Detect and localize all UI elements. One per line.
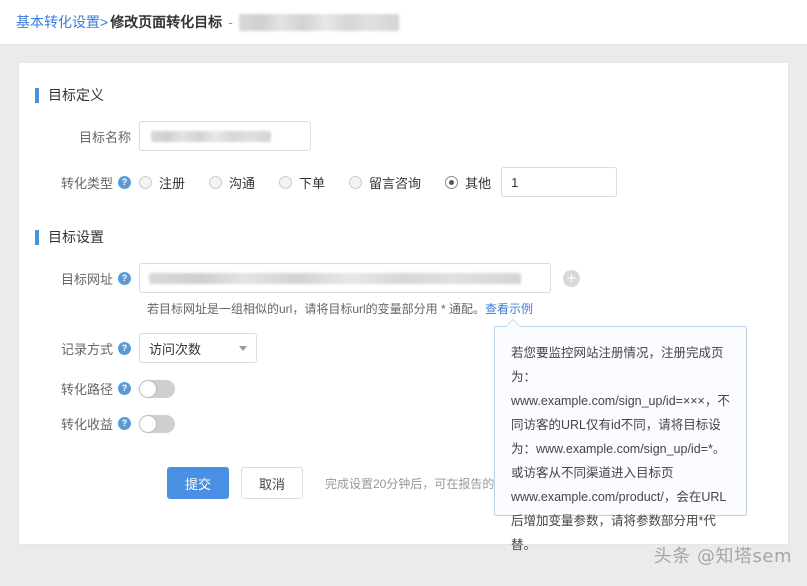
radio-label-register: 注册 <box>159 175 186 191</box>
submit-button[interactable]: 提交 <box>167 467 229 499</box>
label-goal-name: 目标名称 <box>19 127 139 146</box>
view-example-link[interactable]: 查看示例 <box>485 302 533 316</box>
section-accent-bar <box>35 229 39 245</box>
label-record-method-text: 记录方式 <box>60 341 113 357</box>
breadcrumb-current: 修改页面转化目标 <box>110 14 223 30</box>
conversion-revenue-toggle[interactable] <box>139 414 175 433</box>
watermark: 头条 @知塔sem <box>653 546 792 567</box>
redacted-account-name <box>238 13 399 31</box>
redacted-target-url-value <box>149 272 521 284</box>
add-url-button[interactable]: + <box>563 269 580 287</box>
radio-dot-icon <box>279 175 293 189</box>
radio-label-order: 下单 <box>299 175 326 191</box>
label-conversion-type-text: 转化类型 <box>60 175 113 191</box>
label-conversion-revenue-text: 转化收益 <box>60 417 113 432</box>
radio-dot-selected-icon <box>445 175 459 189</box>
radio-dot-icon <box>209 175 223 189</box>
radio-dot-icon <box>139 175 152 189</box>
radio-option-other[interactable]: 其他 <box>445 173 491 192</box>
target-url-input[interactable] <box>139 263 551 293</box>
field-row-conversion-type: 转化类型 ? 注册 沟通 下单 留言咨询 其他 1 <box>19 167 788 197</box>
radio-option-communicate[interactable]: 沟通 <box>209 173 255 192</box>
help-icon-record-method[interactable]: ? <box>118 341 131 355</box>
label-conversion-revenue: 转化收益 ? <box>19 414 139 433</box>
label-target-url-text: 目标网址 <box>60 271 113 287</box>
help-icon-conversion-type[interactable]: ? <box>118 175 131 189</box>
radio-option-order[interactable]: 下单 <box>279 173 325 192</box>
target-url-hint-row: 若目标网址是一组相似的url，请将目标url的变量部分用 * 通配。查看示例 <box>19 300 788 317</box>
section-header-settings: 目标设置 <box>35 227 788 247</box>
breadcrumb-separator: - <box>228 14 233 30</box>
field-row-goal-name: 目标名称 <box>19 121 788 151</box>
label-target-url: 目标网址 ? <box>19 269 139 288</box>
breadcrumb: 基本转化设置> 修改页面转化目标 - <box>0 0 807 45</box>
help-icon-conversion-path[interactable]: ? <box>118 382 131 395</box>
radio-option-register[interactable]: 注册 <box>139 173 185 192</box>
conversion-type-radio-group: 注册 沟通 下单 留言咨询 其他 1 <box>139 167 618 197</box>
label-conversion-path: 转化路径 ? <box>19 379 139 398</box>
example-tooltip: 若您要监控网站注册情况，注册完成页为：www.example.com/sign_… <box>494 319 747 552</box>
section-title-definition: 目标定义 <box>48 87 104 103</box>
redacted-goal-name-value <box>151 130 271 142</box>
label-conversion-type: 转化类型 ? <box>19 173 139 192</box>
radio-label-consult: 留言咨询 <box>369 175 422 191</box>
goal-name-input[interactable] <box>139 121 311 151</box>
record-method-value: 访问次数 <box>149 341 202 357</box>
target-url-hint: 若目标网址是一组相似的url，请将目标url的变量部分用 * 通配。查看示例 <box>147 300 533 317</box>
example-tooltip-text: 若您要监控网站注册情况，注册完成页为：www.example.com/sign_… <box>511 346 730 552</box>
conversion-path-toggle[interactable] <box>139 379 175 398</box>
breadcrumb-parent-link[interactable]: 基本转化设置> <box>16 12 108 32</box>
target-url-hint-text: 若目标网址是一组相似的url，请将目标url的变量部分用 * 通配。 <box>147 302 486 316</box>
section-header-definition: 目标定义 <box>35 85 788 105</box>
cancel-button[interactable]: 取消 <box>241 467 303 499</box>
label-record-method: 记录方式 ? <box>19 339 139 358</box>
label-conversion-path-text: 转化路径 <box>60 382 113 397</box>
record-method-select[interactable]: 访问次数 <box>139 333 257 363</box>
section-title-settings: 目标设置 <box>48 229 104 245</box>
submit-hint-text: 完成设置20分钟后，可在报告的自定 <box>325 476 519 491</box>
other-type-input[interactable]: 1 <box>501 167 618 197</box>
help-icon-conversion-revenue[interactable]: ? <box>118 417 131 430</box>
field-row-target-url: 目标网址 ? + <box>19 263 788 293</box>
radio-label-communicate: 沟通 <box>229 175 256 191</box>
radio-dot-icon <box>349 175 363 189</box>
radio-label-other: 其他 <box>465 175 492 191</box>
radio-option-consult[interactable]: 留言咨询 <box>349 173 421 192</box>
section-accent-bar <box>35 87 39 103</box>
label-goal-name-text: 目标名称 <box>78 129 131 145</box>
chevron-down-icon <box>239 345 247 351</box>
help-icon-target-url[interactable]: ? <box>118 271 131 285</box>
